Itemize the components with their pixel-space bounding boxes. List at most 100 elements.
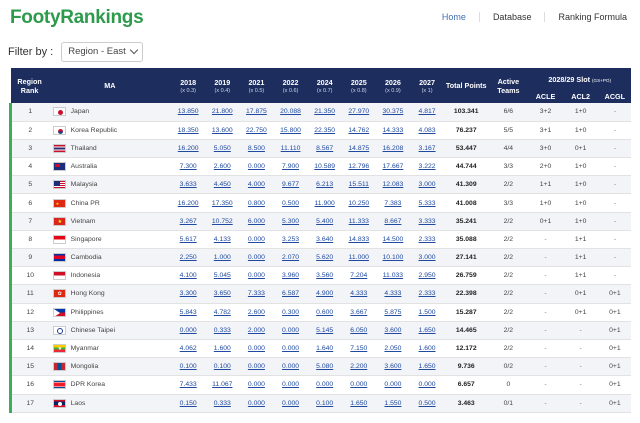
cell-year-points[interactable]: 7.433 [171,375,206,395]
nav-ranking-formula[interactable]: Ranking Formula [545,12,640,22]
cell-year-points[interactable]: 0.100 [205,357,240,377]
cell-year-points[interactable]: 0.150 [171,394,206,413]
cell-year-points[interactable]: 3.167 [410,139,445,159]
cell-year-points[interactable]: 17.875 [239,103,274,122]
cell-year-points[interactable]: 16.200 [171,139,206,159]
cell-year-points[interactable]: 13.600 [205,121,240,140]
table-row[interactable]: 8 Singapore 5.617 4.133 0.000 3.253 3.640 14.83… [9,230,631,250]
cell-year-points[interactable]: 11.067 [205,375,240,395]
cell-year-points[interactable]: 3.300 [171,284,206,304]
cell-year-points[interactable]: 17.667 [375,157,410,177]
cell-year-points[interactable]: 4.133 [205,230,240,250]
cell-year-points[interactable]: 15.800 [273,121,308,140]
cell-year-points[interactable]: 0.333 [205,394,240,413]
cell-year-points[interactable]: 5.617 [171,230,206,250]
cell-year-points[interactable]: 1.640 [307,339,342,359]
cell-year-points[interactable]: 7.383 [375,193,410,213]
cell-year-points[interactable]: 2.000 [239,321,274,340]
cell-year-points[interactable]: 3.333 [410,212,445,231]
cell-year-points[interactable]: 0.000 [239,339,274,359]
cell-year-points[interactable]: 22.750 [239,121,274,140]
cell-year-points[interactable]: 6.587 [273,284,308,304]
table-row[interactable]: 16 DPR Korea 7.433 11.067 0.000 0.000 0.000 0.0… [9,375,631,395]
table-row[interactable]: 6 ★ China PR 16.200 17.350 0.800 0.500 11.900 10… [9,193,631,213]
cell-year-points[interactable]: 0.000 [171,321,206,340]
cell-year-points[interactable]: 1.500 [410,303,445,322]
header-year[interactable]: 2019 (x 0.4) [205,68,240,103]
cell-year-points[interactable]: 22.350 [307,121,342,140]
cell-year-points[interactable]: 8.567 [307,139,342,159]
cell-year-points[interactable]: 7.204 [341,266,376,286]
cell-year-points[interactable]: 3.267 [171,212,206,231]
table-row[interactable]: 5 Malaysia 3.633 4.450 4.000 9.677 6.213 15.511… [9,175,631,195]
cell-year-points[interactable]: 0.000 [307,375,342,395]
cell-year-points[interactable]: 5.400 [307,212,342,231]
cell-year-points[interactable]: 2.070 [273,248,308,268]
cell-year-points[interactable]: 3.960 [273,266,308,286]
site-logo[interactable]: FootyRankings [10,7,144,29]
cell-year-points[interactable]: 10.752 [205,212,240,231]
cell-year-points[interactable]: 10.589 [307,157,342,177]
header-year[interactable]: 2026 (x 0.9) [375,68,410,103]
cell-year-points[interactable]: 7.150 [341,339,376,359]
nav-home[interactable]: Home [429,12,480,22]
cell-year-points[interactable]: 1.650 [341,394,376,413]
cell-ma[interactable]: ✿ Hong Kong [48,284,172,304]
cell-year-points[interactable]: 0.500 [410,394,445,413]
cell-year-points[interactable]: 0.000 [239,230,274,250]
cell-year-points[interactable]: 2.333 [410,230,445,250]
header-year[interactable]: 2025 (x 0.8) [341,68,376,103]
cell-year-points[interactable]: 3.600 [375,357,410,377]
cell-year-points[interactable]: 1.600 [205,339,240,359]
cell-ma[interactable]: DPR Korea [48,375,172,395]
cell-year-points[interactable]: 1.650 [410,321,445,340]
cell-year-points[interactable]: 0.000 [341,375,376,395]
cell-year-points[interactable]: 1.650 [410,357,445,377]
cell-year-points[interactable]: 0.000 [239,394,274,413]
cell-year-points[interactable]: 4.083 [410,121,445,140]
cell-ma[interactable]: Australia [48,157,172,177]
cell-year-points[interactable]: 0.000 [410,375,445,395]
cell-year-points[interactable]: 5.050 [205,139,240,159]
cell-year-points[interactable]: 3.560 [307,266,342,286]
cell-year-points[interactable]: 5.045 [205,266,240,286]
cell-year-points[interactable]: 4.782 [205,303,240,322]
cell-year-points[interactable]: 4.100 [171,266,206,286]
cell-ma[interactable]: Thailand [48,139,172,159]
cell-year-points[interactable]: 20.088 [273,103,308,122]
cell-year-points[interactable]: 15.511 [341,175,376,195]
cell-year-points[interactable]: 3.667 [341,303,376,322]
cell-year-points[interactable]: 6.050 [341,321,376,340]
rankings-table-container[interactable]: Region Rank MA 2018 (x 0.3) 2019 (x 0.4) 2… [9,68,631,423]
cell-year-points[interactable]: 4.062 [171,339,206,359]
cell-year-points[interactable]: 4.900 [307,284,342,304]
cell-year-points[interactable]: 0.333 [205,321,240,340]
header-year[interactable]: 2022 (x 0.6) [273,68,308,103]
region-select[interactable]: Region - East [61,42,144,62]
cell-ma[interactable]: Malaysia [48,175,172,195]
cell-year-points[interactable]: 11.900 [307,193,342,213]
nav-database[interactable]: Database [480,12,546,22]
cell-year-points[interactable]: 7.300 [171,157,206,177]
cell-year-points[interactable]: 13.850 [171,103,206,122]
cell-year-points[interactable]: 16.200 [171,193,206,213]
cell-year-points[interactable]: 3.633 [171,175,206,195]
cell-year-points[interactable]: 2.050 [375,339,410,359]
cell-year-points[interactable]: 11.000 [341,248,376,268]
cell-ma[interactable]: ★ China PR [48,193,172,213]
cell-year-points[interactable]: 5.080 [307,357,342,377]
table-row[interactable]: 2 Korea Republic 18.350 13.600 22.750 15.800 2… [9,121,631,140]
cell-year-points[interactable]: 0.000 [239,157,274,177]
cell-ma[interactable]: Japan [48,103,172,122]
header-year[interactable]: 2021 (x 0.5) [239,68,274,103]
cell-year-points[interactable]: 0.800 [239,193,274,213]
cell-ma[interactable]: ★ Myanmar [48,339,172,359]
cell-year-points[interactable]: 7.333 [239,284,274,304]
cell-year-points[interactable]: 4.000 [239,175,274,195]
cell-ma[interactable]: Mongolia [48,357,172,377]
cell-year-points[interactable]: 3.222 [410,157,445,177]
cell-year-points[interactable]: 5.843 [171,303,206,322]
cell-year-points[interactable]: 2.250 [171,248,206,268]
cell-year-points[interactable]: 0.000 [273,339,308,359]
table-row[interactable]: 11 ✿ Hong Kong 3.300 3.650 7.333 6.587 4.900 4.3… [9,284,631,304]
